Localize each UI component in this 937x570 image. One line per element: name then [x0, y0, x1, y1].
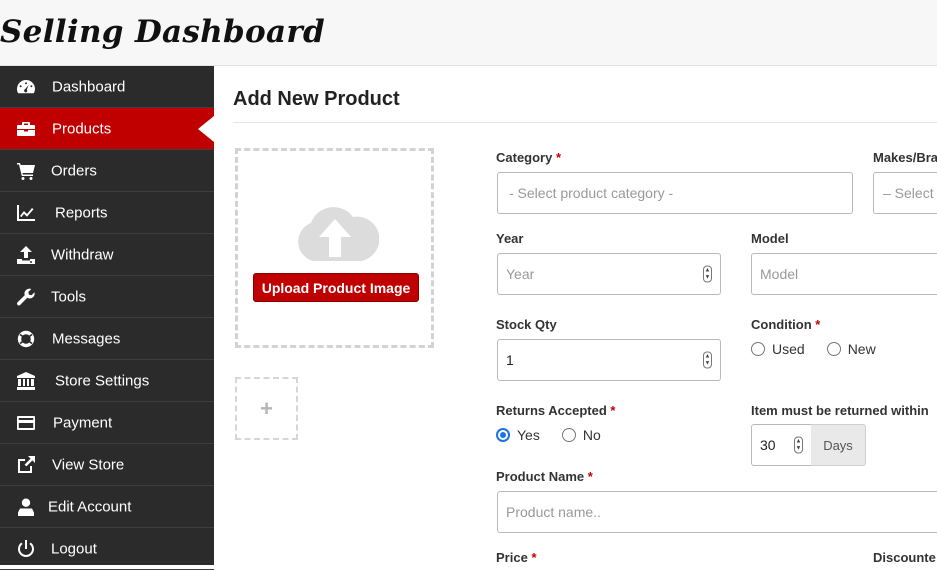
sidebar-item-label: Payment: [53, 414, 113, 431]
product-name-label: Product Name *: [496, 469, 593, 484]
stock-qty-input[interactable]: 1 ▲ ▼: [497, 339, 721, 381]
return-days-input[interactable]: 30 ▲ ▼: [751, 424, 812, 466]
condition-radio-group: Used New: [751, 341, 898, 357]
condition-new-radio[interactable]: [826, 342, 841, 356]
model-input[interactable]: Model: [751, 253, 937, 295]
sidebar-item-withdraw[interactable]: Withdraw: [0, 234, 214, 276]
sidebar-nav: Dashboard Products Orders Reports Withdr…: [0, 66, 214, 570]
makes-brand-label: Makes/Bra: [873, 150, 937, 165]
category-label: Category *: [496, 150, 562, 165]
top-header: Selling Dashboard: [0, 0, 937, 66]
stock-qty-label: Stock Qty: [496, 317, 557, 332]
sidebar-item-logout[interactable]: Logout: [0, 528, 214, 570]
sidebar-item-tools[interactable]: Tools: [0, 276, 214, 318]
external-link-icon: [15, 455, 37, 475]
sidebar-item-messages[interactable]: Messages: [0, 318, 214, 360]
sidebar-item-reports[interactable]: Reports: [0, 192, 214, 234]
number-spinner[interactable]: ▲ ▼: [703, 351, 712, 369]
sidebar-item-label: Products: [52, 120, 112, 137]
bank-icon: [15, 371, 37, 391]
year-input[interactable]: Year ▲ ▼: [497, 253, 721, 295]
sidebar-item-label: Reports: [55, 204, 108, 221]
sidebar-item-label: Logout: [51, 540, 97, 557]
condition-label: Condition *: [751, 317, 821, 332]
shopping-cart-icon: [15, 161, 37, 181]
sidebar-item-label: Dashboard: [52, 78, 126, 95]
condition-used-radio[interactable]: [751, 342, 765, 356]
product-image-dropzone[interactable]: Upload Product Image: [235, 148, 434, 348]
sidebar-item-products[interactable]: Products: [0, 108, 214, 150]
briefcase-icon: [15, 119, 37, 139]
number-spinner[interactable]: ▲ ▼: [794, 436, 803, 454]
sidebar-item-label: Messages: [52, 330, 121, 347]
returns-no-label[interactable]: No: [583, 427, 601, 443]
user-icon: [15, 497, 37, 517]
price-label: Price *: [496, 550, 537, 565]
condition-new-label[interactable]: New: [848, 341, 876, 357]
sidebar-item-label: Orders: [51, 162, 97, 179]
returns-yes-radio[interactable]: [496, 428, 510, 442]
page-title: Add New Product: [233, 88, 400, 110]
number-spinner[interactable]: ▲ ▼: [703, 265, 712, 283]
sidebar-item-label: Withdraw: [51, 246, 114, 263]
returns-no-radio[interactable]: [561, 428, 576, 442]
sidebar-item-edit-account[interactable]: Edit Account: [0, 486, 214, 528]
model-label: Model: [751, 231, 789, 246]
product-name-input[interactable]: Product name..: [497, 491, 937, 533]
upload-icon: [15, 245, 37, 265]
life-ring-icon: [15, 328, 37, 349]
cloud-upload-icon: [298, 207, 379, 261]
main-content: Add New Product Upload Product Image + C…: [214, 66, 937, 565]
sidebar-item-label: View Store: [52, 456, 125, 473]
category-select[interactable]: - Select product category -: [497, 172, 853, 214]
sidebar-item-store-settings[interactable]: Store Settings: [0, 360, 214, 402]
returns-accepted-radio-group: Yes No: [496, 427, 623, 443]
sidebar-item-label: Store Settings: [55, 372, 150, 389]
days-addon: Days: [811, 424, 866, 466]
sidebar-item-dashboard[interactable]: Dashboard: [0, 66, 214, 108]
wrench-icon: [15, 287, 37, 307]
makes-brand-select[interactable]: – Select a: [873, 172, 937, 214]
brand-title: Selling Dashboard: [0, 14, 325, 50]
returns-accepted-label: Returns Accepted *: [496, 403, 616, 418]
sidebar-item-view-store[interactable]: View Store: [0, 444, 214, 486]
return-within-label: Item must be returned within: [751, 403, 929, 418]
add-image-button[interactable]: +: [235, 377, 298, 440]
tachometer-icon: [15, 77, 37, 97]
discounted-price-label: Discounte: [873, 550, 936, 565]
title-divider: [233, 122, 937, 123]
sidebar-item-orders[interactable]: Orders: [0, 150, 214, 192]
upload-product-image-button[interactable]: Upload Product Image: [253, 273, 419, 302]
credit-card-icon: [15, 413, 37, 433]
returns-yes-label[interactable]: Yes: [517, 427, 540, 443]
sidebar-item-label: Tools: [51, 288, 87, 305]
line-chart-icon: [15, 203, 37, 223]
condition-used-label[interactable]: Used: [772, 341, 805, 357]
year-label: Year: [496, 231, 524, 246]
sidebar-item-label: Edit Account: [48, 498, 132, 515]
power-icon: [15, 539, 37, 559]
sidebar-item-payment[interactable]: Payment: [0, 402, 214, 444]
